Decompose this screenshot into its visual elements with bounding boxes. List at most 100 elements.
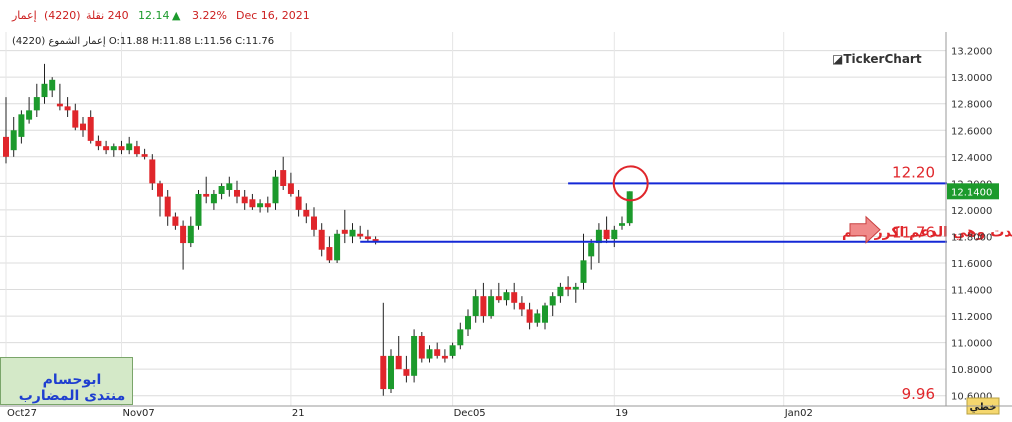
candle-down xyxy=(303,209,310,217)
candle-down xyxy=(518,302,525,310)
resistance-label: 12.20 xyxy=(892,163,935,181)
bottom-label: 9.96 xyxy=(902,385,935,403)
candle-up xyxy=(457,329,464,346)
y-tick-label: 10.8000 xyxy=(951,365,992,376)
candle-down xyxy=(133,146,140,155)
candle-up xyxy=(226,183,233,190)
candle-up xyxy=(503,292,510,301)
candle-up xyxy=(349,229,356,237)
candle-down xyxy=(87,116,94,141)
trade-count: 240 نقلة xyxy=(86,9,129,22)
x-tick-label: Nov07 xyxy=(123,408,155,419)
last-price: 12.14 xyxy=(138,9,170,22)
candle-up xyxy=(41,83,48,98)
change-percent: 3.22% xyxy=(192,9,227,22)
candle-up xyxy=(126,143,133,151)
chart-logo-icon: ◪ xyxy=(832,52,844,66)
candle-up xyxy=(534,313,541,323)
candle-down xyxy=(434,349,441,356)
candle-down xyxy=(311,216,317,230)
candle-up xyxy=(465,316,471,330)
candle-down xyxy=(241,196,248,204)
forum-name: منتدى المضارب xyxy=(18,388,126,404)
triangle-up-icon: ▲ xyxy=(172,9,181,22)
y-tick-label: 11.2000 xyxy=(951,312,992,323)
candle-up xyxy=(195,193,202,226)
candle-up xyxy=(272,176,279,204)
y-tick-label: 11.0000 xyxy=(951,339,992,350)
stock-code: (4220) xyxy=(44,9,81,22)
x-axis: Oct27 Nov07 21 Dec05 19 Jan02 xyxy=(0,405,1012,419)
candle-down xyxy=(341,229,348,234)
candle-up xyxy=(426,349,433,359)
candle-up xyxy=(49,79,56,91)
candle-up xyxy=(488,296,495,317)
candle-down xyxy=(164,196,171,217)
stock-name: إعمار xyxy=(12,9,37,22)
candle-down xyxy=(318,229,325,250)
candle-up xyxy=(557,286,564,297)
candle-up xyxy=(18,114,25,137)
scale-mode-label: خطي xyxy=(969,402,996,413)
candle-down xyxy=(56,103,63,107)
candle-down xyxy=(480,296,487,317)
candle-down xyxy=(249,199,256,208)
candle-down xyxy=(295,196,302,210)
candle-down xyxy=(172,216,179,226)
candle-up xyxy=(411,335,418,376)
candle-down xyxy=(364,236,371,240)
y-axis: 10.600010.800011.000011.200011.400011.60… xyxy=(945,30,1000,415)
y-tick-label: 12.8000 xyxy=(951,100,992,111)
current-price-label: 12.1400 xyxy=(951,187,992,198)
candle-down xyxy=(149,159,156,184)
author-box: ابوحسام منتدى المضارب xyxy=(0,357,133,405)
x-tick-label: 19 xyxy=(615,408,628,419)
candle-up xyxy=(33,97,40,111)
y-tick-label: 13.0000 xyxy=(951,73,992,84)
y-tick-label: 12.4000 xyxy=(951,153,992,164)
candle-down xyxy=(357,233,364,237)
candle-down xyxy=(418,335,425,359)
brand-name: TickerChart xyxy=(843,52,922,66)
candle-up xyxy=(472,296,479,317)
ohlc-readout: (4220) إعمار الشموع O:11.88 H:11.88 L:11… xyxy=(12,36,275,47)
candle-down xyxy=(264,203,271,208)
candle-down xyxy=(157,183,163,197)
candle-up xyxy=(542,305,548,323)
candle-down xyxy=(395,355,402,370)
candle-down xyxy=(441,355,448,359)
candle-down xyxy=(80,123,86,131)
candle-down xyxy=(234,189,240,197)
candle-down xyxy=(103,146,110,151)
candle-up xyxy=(10,130,17,151)
candle-up xyxy=(619,223,625,226)
candle-up xyxy=(210,193,217,204)
candle-up xyxy=(626,191,633,224)
candle-up xyxy=(580,260,587,283)
quote-header: إعمار (4220) 240 نقلة 12.14 ▲ 3.22% Dec … xyxy=(0,0,1012,32)
candle-down xyxy=(511,292,518,303)
y-tick-label: 13.2000 xyxy=(951,47,992,58)
y-tick-label: 12.6000 xyxy=(951,126,992,137)
candle-down xyxy=(95,140,102,147)
candle-down xyxy=(603,229,610,240)
candle-up xyxy=(334,233,341,261)
candle-up xyxy=(187,225,194,244)
x-tick-label: Oct27 xyxy=(7,408,37,419)
plot-background xyxy=(0,30,946,406)
candle-up xyxy=(449,345,456,356)
candle-up xyxy=(26,110,33,120)
candle-down xyxy=(380,355,387,390)
candle-down xyxy=(180,225,187,244)
x-tick-label: Jan02 xyxy=(784,408,813,419)
candle-up xyxy=(572,286,579,290)
candle-down xyxy=(403,369,410,376)
candle-down xyxy=(326,247,333,261)
candle-down xyxy=(565,286,572,290)
brand-watermark: ◪TickerChart xyxy=(832,52,922,66)
candle-up xyxy=(611,229,618,240)
x-tick-label: 21 xyxy=(292,408,305,419)
candle-down xyxy=(3,136,9,157)
candle-down xyxy=(526,309,533,323)
candle-up xyxy=(549,296,556,306)
